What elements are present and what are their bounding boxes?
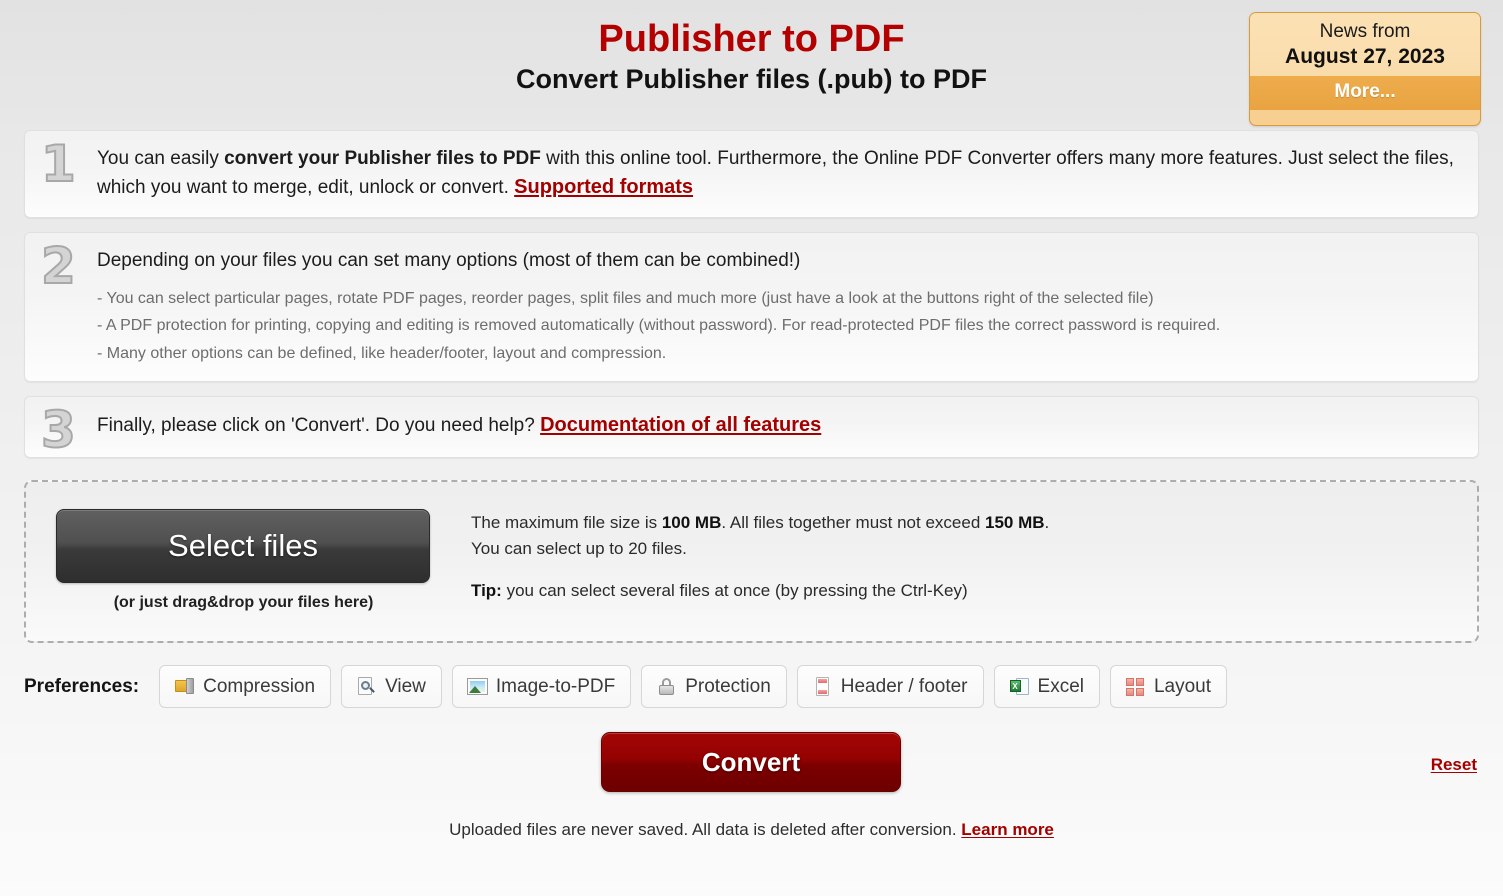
preference-label-header-footer: Header / footer — [840, 675, 968, 697]
privacy-footer: Uploaded files are never saved. All data… — [0, 820, 1503, 840]
preference-button-image-to-pdf[interactable]: Image-to-PDF — [451, 665, 632, 709]
file-drop-zone[interactable]: Select files (or just drag&drop your fil… — [24, 480, 1479, 644]
action-row: Convert Reset — [0, 732, 1503, 802]
step-panel-1: 1 You can easily convert your Publisher … — [24, 130, 1479, 218]
step-panel-2: 2 Depending on your files you can set ma… — [24, 231, 1479, 383]
news-box-body: News from August 27, 2023 — [1250, 13, 1480, 76]
max-file-count-line: You can select up to 20 files. — [471, 539, 687, 559]
preferences-label: Preferences: — [24, 675, 140, 697]
max-file-size-line: The maximum file size is 100 MB. All fil… — [471, 510, 1049, 536]
step-number-2: 2 — [40, 236, 77, 295]
view-icon — [357, 677, 376, 696]
preference-label-layout: Layout — [1153, 675, 1212, 697]
step-1-text: You can easily convert your Publisher fi… — [97, 145, 1462, 203]
preference-label-protection: Protection — [685, 675, 771, 697]
preference-button-compression[interactable]: Compression — [159, 665, 332, 709]
tip-text: you can select several files at once (by… — [501, 581, 968, 601]
max-size-value: 100 MB — [661, 513, 722, 533]
preference-button-header-footer[interactable]: Header / footer — [796, 665, 984, 709]
page-header: Publisher to PDF Convert Publisher files… — [0, 0, 1503, 130]
max-total-value: 150 MB — [985, 513, 1045, 533]
news-date: August 27, 2023 — [1285, 44, 1445, 68]
preference-button-protection[interactable]: Protection — [641, 665, 787, 709]
tip-line: Tip: you can select several files at onc… — [471, 581, 1049, 601]
step-3-text-body: Finally, please click on 'Convert'. Do y… — [97, 415, 541, 437]
max-size-text-e: . — [1044, 513, 1050, 533]
documentation-link[interactable]: Documentation of all features — [540, 414, 821, 436]
step-3-text: Finally, please click on 'Convert'. Do y… — [97, 411, 1462, 441]
step-2-bullet-list: - You can select particular pages, rotat… — [97, 285, 1462, 368]
lock-icon — [657, 677, 676, 696]
step-number-1: 1 — [40, 135, 77, 193]
preference-label-view: View — [385, 675, 426, 697]
layout-icon — [1125, 677, 1145, 697]
step-2-bullet-2: - A PDF protection for printing, copying… — [97, 317, 1221, 335]
step-2-bullet-1: - You can select particular pages, rotat… — [97, 289, 1154, 307]
tip-label: Tip: — [471, 581, 502, 601]
step-1-text-before: You can easily — [97, 148, 225, 169]
news-box[interactable]: News from August 27, 2023 More... — [1249, 12, 1481, 126]
drop-zone-info: The maximum file size is 100 MB. All fil… — [431, 509, 1049, 601]
news-label: News from — [1319, 21, 1411, 42]
reset-link[interactable]: Reset — [1431, 755, 1477, 775]
preferences-bar: Preferences: Compression View Image-to-P… — [24, 665, 1503, 709]
privacy-text: Uploaded files are never saved. All data… — [449, 820, 962, 840]
header-footer-icon — [813, 677, 832, 697]
excel-icon: X — [1009, 677, 1029, 696]
step-number-3: 3 — [40, 401, 77, 460]
preference-button-view[interactable]: View — [341, 665, 442, 709]
preference-button-excel[interactable]: X Excel — [993, 665, 1100, 709]
preference-label-compression: Compression — [203, 675, 316, 697]
step-panel-3: 3 Finally, please click on 'Convert'. Do… — [24, 396, 1479, 460]
select-files-button[interactable]: Select files — [56, 509, 430, 584]
excel-badge-letter: X — [1009, 680, 1021, 693]
image-icon — [466, 677, 488, 696]
max-size-text-c: . All files together must not exceed — [721, 513, 986, 533]
step-2-text: Depending on your files you can set many… — [97, 249, 801, 271]
drag-drop-hint: (or just drag&drop your files here) — [113, 594, 374, 612]
convert-button[interactable]: Convert — [601, 732, 901, 793]
step-2-bullet-3: - Many other options can be defined, lik… — [97, 344, 667, 362]
preference-button-layout[interactable]: Layout — [1109, 665, 1228, 709]
learn-more-link[interactable]: Learn more — [961, 820, 1054, 839]
supported-formats-link[interactable]: Supported formats — [514, 176, 693, 198]
preference-label-excel: Excel — [1037, 675, 1084, 697]
compression-icon — [175, 677, 195, 696]
max-size-text-a: The maximum file size is — [471, 513, 662, 533]
preference-label-image-to-pdf: Image-to-PDF — [495, 675, 616, 697]
step-1-text-bold: convert your Publisher files to PDF — [224, 148, 541, 169]
drop-zone-left: Select files (or just drag&drop your fil… — [56, 509, 431, 612]
news-more-button[interactable]: More... — [1250, 76, 1480, 110]
